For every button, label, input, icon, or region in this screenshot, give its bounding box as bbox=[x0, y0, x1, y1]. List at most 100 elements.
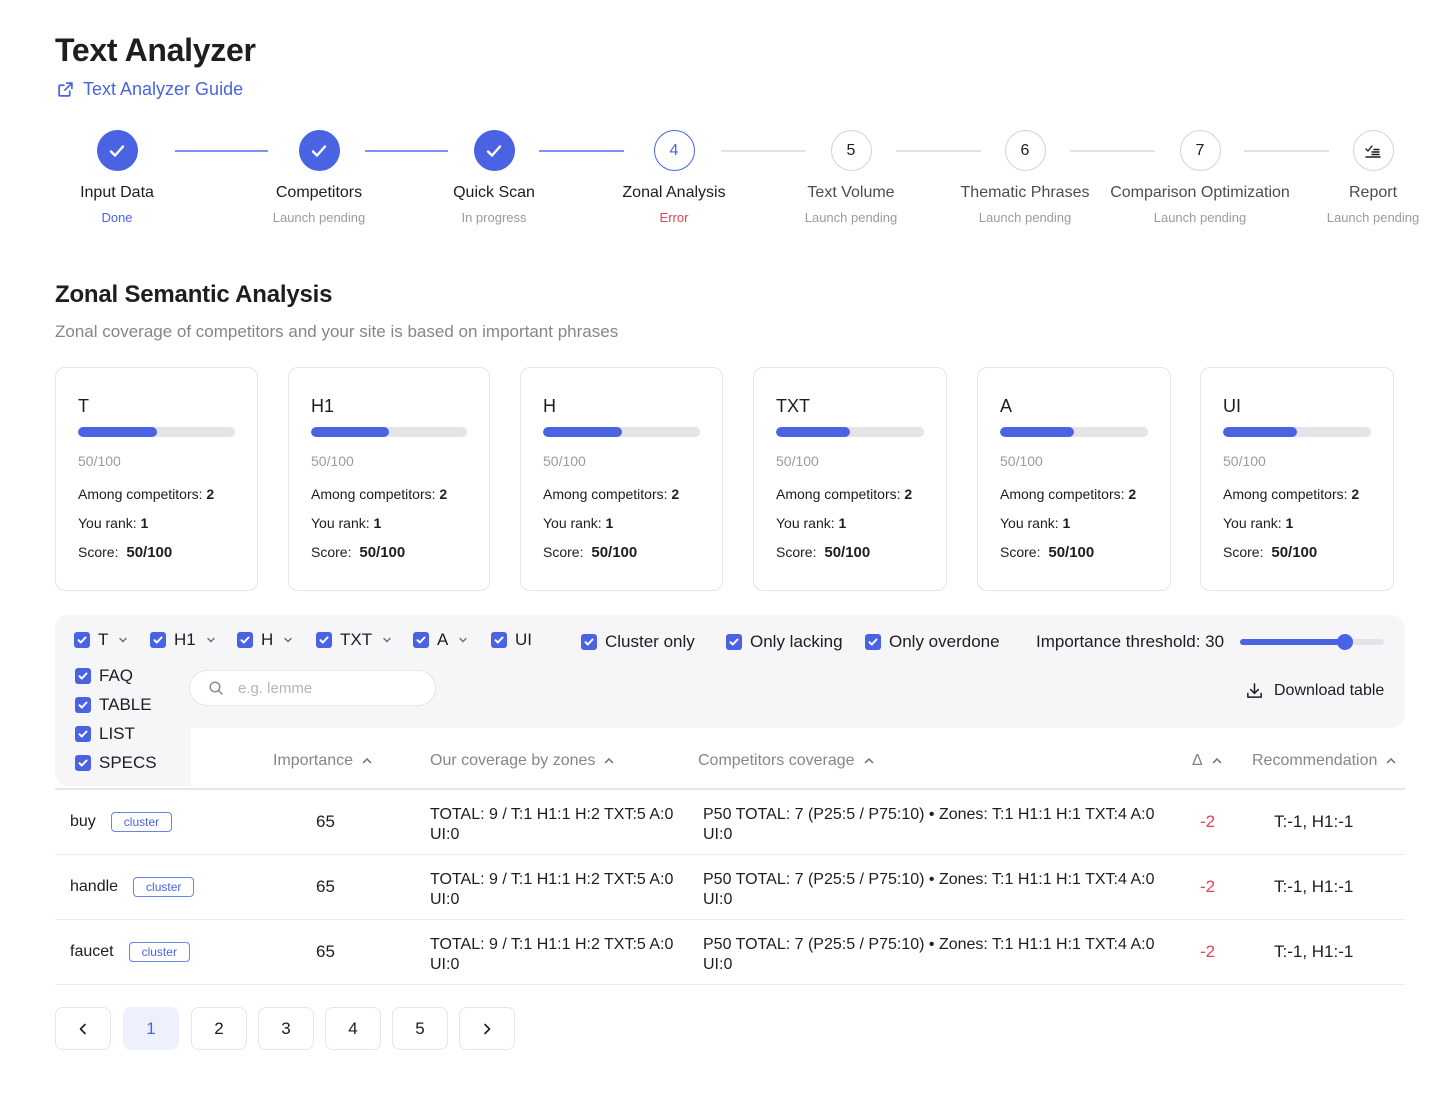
zone-progress-bar bbox=[776, 427, 924, 437]
zone-filter-list[interactable]: LIST bbox=[75, 724, 135, 744]
step-quick-scan[interactable]: Quick Scan In progress bbox=[394, 128, 594, 225]
competitors-coverage-cell: P50 TOTAL: 7 (P25:5 / P75:10) • Zones: T… bbox=[703, 936, 1155, 973]
zone-progress-fill bbox=[78, 427, 157, 437]
table-row[interactable]: faucet cluster 65 TOTAL: 9 / T:1 H1:1 H:… bbox=[55, 920, 1405, 985]
zone-score-small: 50/100 bbox=[1223, 453, 1266, 469]
download-table-button[interactable]: Download table bbox=[1245, 681, 1384, 700]
step-circle bbox=[96, 130, 138, 171]
report-icon bbox=[1365, 144, 1381, 158]
our-coverage-cell: TOTAL: 9 / T:1 H1:1 H:2 TXT:5 A:0 UI:0 bbox=[430, 936, 674, 973]
zone-score: Score: 50/100 bbox=[78, 544, 235, 561]
rank-value: 1 bbox=[140, 515, 149, 531]
step-status: Launch pending bbox=[978, 210, 1072, 225]
step-zonal-analysis[interactable]: 4 Zonal Analysis Error bbox=[574, 128, 774, 225]
importance-threshold-slider[interactable] bbox=[1240, 634, 1384, 650]
step-circle: 7 bbox=[1179, 130, 1221, 171]
step-label: Report bbox=[1348, 184, 1398, 201]
delta-cell: -2 bbox=[1200, 877, 1216, 896]
rank-value: 1 bbox=[373, 515, 382, 531]
step-circle bbox=[473, 130, 515, 171]
column-header-importance[interactable]: Importance bbox=[273, 752, 373, 770]
among-value: 2 bbox=[1351, 486, 1360, 502]
zone-progress-fill bbox=[311, 427, 389, 437]
pagination-page-1[interactable]: 1 bbox=[123, 1007, 179, 1050]
zone-card-h1: H1 50/100 Among competitors: 2 You rank:… bbox=[288, 367, 490, 591]
step-status: In progress bbox=[461, 210, 527, 225]
zone-filter-ui[interactable]: UI bbox=[491, 630, 532, 650]
zone-filter-faq[interactable]: FAQ bbox=[75, 666, 133, 686]
word-cell: buy cluster bbox=[70, 812, 173, 832]
zone-filter-label: SPECS bbox=[99, 753, 157, 772]
guide-link[interactable]: Text Analyzer Guide bbox=[57, 79, 243, 100]
column-header-label: Recommendation bbox=[1252, 752, 1378, 769]
score-value: 50/100 bbox=[1271, 544, 1318, 561]
zone-score-small: 50/100 bbox=[776, 453, 819, 469]
word: buy bbox=[70, 813, 96, 830]
step-input-data[interactable]: Input Data Done bbox=[17, 128, 217, 225]
zone-filter-txt[interactable]: TXT bbox=[316, 630, 392, 650]
zone-progress-fill bbox=[1000, 427, 1074, 437]
column-header-recommendation[interactable]: Recommendation bbox=[1252, 752, 1397, 770]
table-row[interactable]: handle cluster 65 TOTAL: 9 / T:1 H1:1 H:… bbox=[55, 855, 1405, 920]
threshold-value: 30 bbox=[1205, 632, 1225, 651]
zone-filter-label: T bbox=[98, 630, 109, 649]
zone-score-small: 50/100 bbox=[1000, 453, 1043, 469]
score-label: Score: bbox=[78, 544, 119, 560]
competitors-coverage-cell: P50 TOTAL: 7 (P25:5 / P75:10) • Zones: T… bbox=[703, 871, 1155, 908]
only-lacking-checkbox[interactable]: Only lacking bbox=[726, 632, 843, 652]
step-comparison-optimization[interactable]: 7 Comparison Optimization Launch pending bbox=[1100, 128, 1300, 225]
zone-card-t: T 50/100 Among competitors: 2 You rank: … bbox=[55, 367, 258, 591]
search-input[interactable] bbox=[238, 679, 418, 697]
zone-filter-a[interactable]: A bbox=[413, 630, 468, 650]
zone-among-competitors: Among competitors: 2 bbox=[1223, 486, 1371, 502]
step-thematic-phrases[interactable]: 6 Thematic Phrases Launch pending bbox=[925, 128, 1125, 225]
column-header-competitors-coverage[interactable]: Competitors coverage bbox=[698, 752, 875, 770]
zone-filter-t[interactable]: T bbox=[74, 630, 128, 650]
zone-filter-specs[interactable]: SPECS bbox=[75, 753, 157, 773]
word: faucet bbox=[70, 943, 114, 960]
pagination-page-2[interactable]: 2 bbox=[191, 1007, 247, 1050]
score-label: Score: bbox=[1223, 544, 1264, 560]
step-competitors[interactable]: Competitors Launch pending bbox=[219, 128, 419, 225]
zone-progress-fill bbox=[543, 427, 622, 437]
slider-thumb[interactable] bbox=[1337, 634, 1354, 650]
page-title: Text Analyzer bbox=[55, 32, 256, 68]
zone-filter-label: A bbox=[437, 630, 449, 649]
table-row[interactable]: buy cluster 65 TOTAL: 9 / T:1 H1:1 H:2 T… bbox=[55, 790, 1405, 855]
pagination-prev-button[interactable] bbox=[55, 1007, 111, 1050]
score-value: 50/100 bbox=[824, 544, 871, 561]
zone-filter-h[interactable]: H bbox=[237, 630, 293, 650]
zone-card-h: H 50/100 Among competitors: 2 You rank: … bbox=[520, 367, 723, 591]
zone-score: Score: 50/100 bbox=[311, 544, 467, 561]
our-coverage-cell: TOTAL: 9 / T:1 H1:1 H:2 TXT:5 A:0 UI:0 bbox=[430, 806, 674, 843]
step-report[interactable]: Report Launch pending bbox=[1273, 128, 1432, 225]
zone-progress-fill bbox=[1223, 427, 1297, 437]
column-header-our-coverage[interactable]: Our coverage by zones bbox=[430, 752, 615, 770]
rank-value: 1 bbox=[838, 515, 847, 531]
step-label: Text Volume bbox=[807, 184, 895, 201]
zone-filter-h1[interactable]: H1 bbox=[150, 630, 216, 650]
score-value: 50/100 bbox=[359, 544, 406, 561]
column-header-label: Importance bbox=[273, 752, 354, 769]
pagination-page-4[interactable]: 4 bbox=[325, 1007, 381, 1050]
column-header-delta[interactable]: Δ bbox=[1192, 752, 1223, 770]
slider-fill bbox=[1240, 639, 1346, 645]
step-status: Launch pending bbox=[272, 210, 366, 225]
pagination-page-3[interactable]: 3 bbox=[258, 1007, 314, 1050]
checkbox-checked-icon bbox=[75, 668, 91, 684]
step-label: Quick Scan bbox=[453, 184, 535, 201]
cluster-only-checkbox[interactable]: Cluster only bbox=[581, 632, 695, 652]
zone-filter-table[interactable]: TABLE bbox=[75, 695, 152, 715]
checkbox-checked-icon bbox=[237, 632, 253, 648]
step-text-volume[interactable]: 5 Text Volume Launch pending bbox=[751, 128, 951, 225]
zone-progress-bar bbox=[543, 427, 700, 437]
sort-up-icon bbox=[362, 757, 372, 764]
pagination-page-5[interactable]: 5 bbox=[392, 1007, 448, 1050]
cluster-tag: cluster bbox=[110, 812, 173, 832]
step-circle: 5 bbox=[830, 130, 872, 171]
pagination-next-button[interactable] bbox=[459, 1007, 515, 1050]
word-cell: faucet cluster bbox=[70, 942, 190, 962]
checkbox-checked-icon bbox=[581, 634, 597, 650]
only-overdone-checkbox[interactable]: Only overdone bbox=[865, 632, 1000, 652]
delta-cell: -2 bbox=[1200, 942, 1216, 961]
